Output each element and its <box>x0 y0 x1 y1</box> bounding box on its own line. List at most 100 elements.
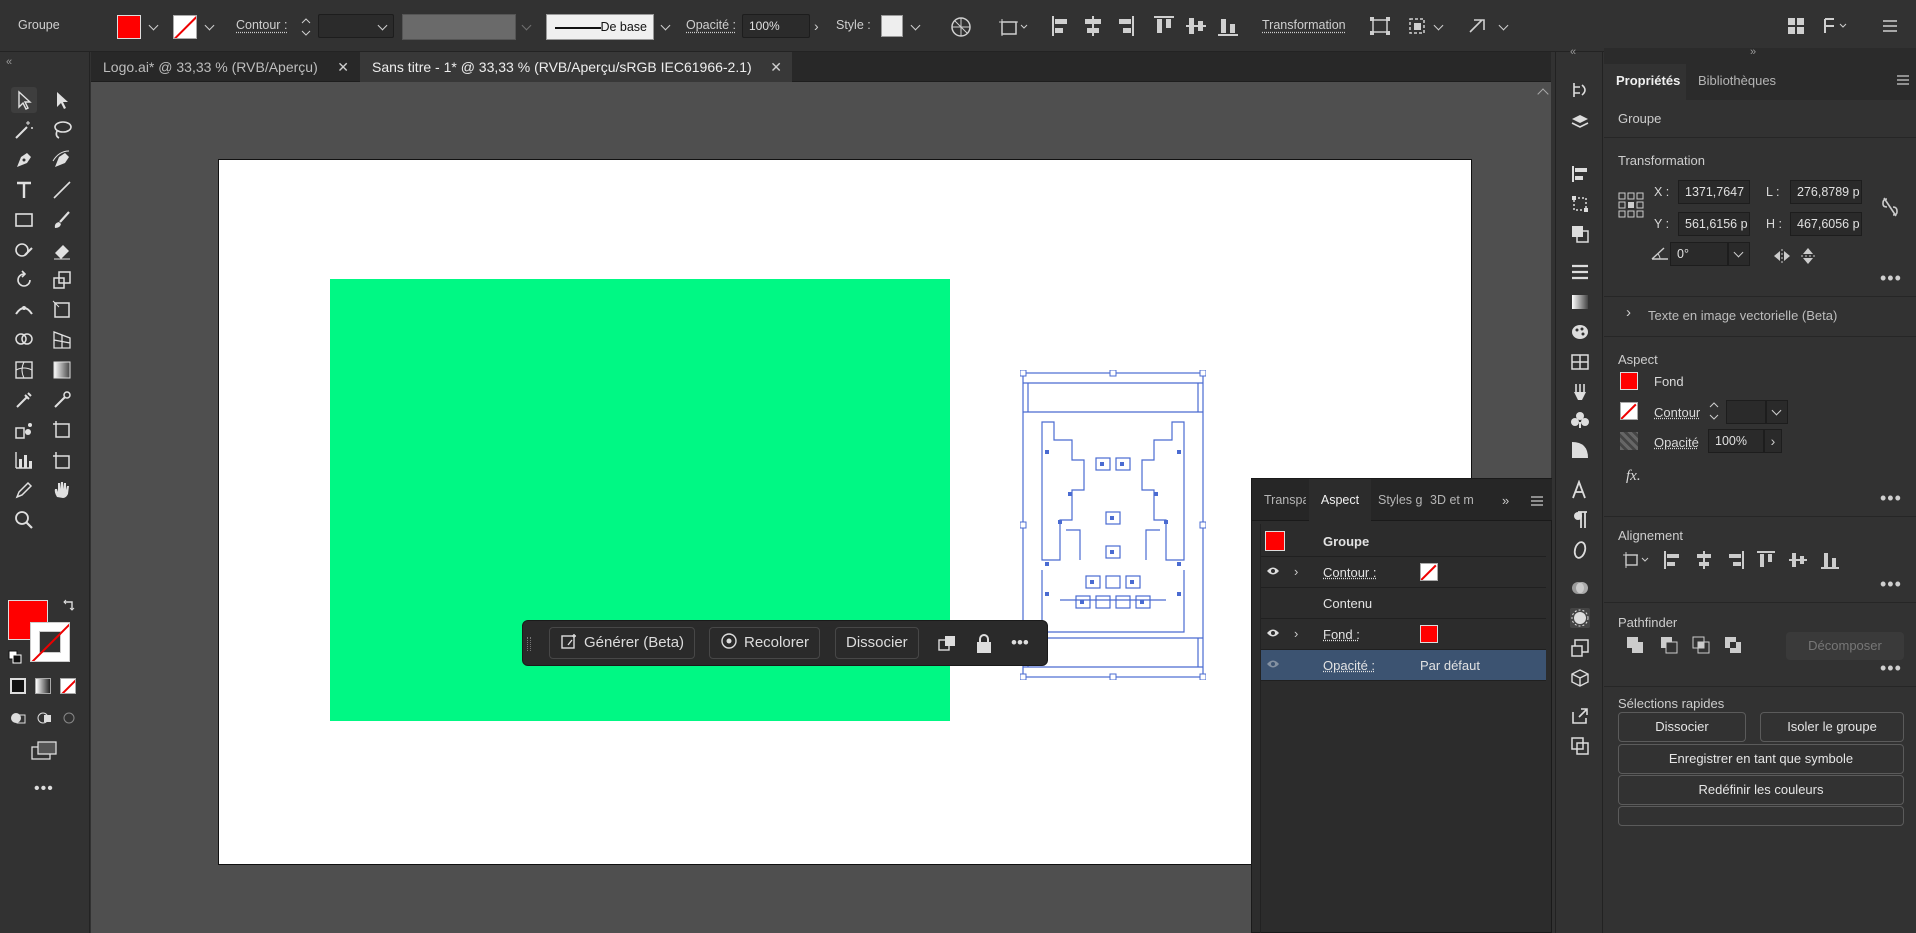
free-transform-tool[interactable] <box>49 297 75 323</box>
slice-tool[interactable] <box>49 447 75 473</box>
opacity-input[interactable]: 100% <box>742 14 810 38</box>
angle-dropdown[interactable] <box>1728 242 1750 266</box>
lock-icon[interactable] <box>975 633 993 655</box>
mesh-tool[interactable] <box>11 357 37 383</box>
gradient-mode-icon[interactable] <box>35 678 51 694</box>
zoom-tool[interactable] <box>11 507 37 533</box>
align-left-icon[interactable] <box>1662 550 1682 570</box>
align-top-icon[interactable] <box>1756 550 1776 570</box>
align-vcenter-icon[interactable] <box>1788 550 1808 570</box>
line-tool[interactable] <box>49 177 75 203</box>
arrange-docs-icon[interactable] <box>1786 16 1806 36</box>
fill-row-label[interactable]: Fond : <box>1323 627 1360 642</box>
pathfinder-unite-icon[interactable] <box>1626 636 1644 654</box>
stroke-stepper[interactable] <box>300 15 312 39</box>
draw-normal-icon[interactable] <box>9 709 27 727</box>
variable-width-profile[interactable] <box>402 14 516 40</box>
draw-behind-icon[interactable] <box>35 709 53 727</box>
recolor-button[interactable]: Recolorer <box>709 627 820 659</box>
curvature-tool[interactable] <box>49 147 75 173</box>
x-input[interactable]: 1371,7647 <box>1678 180 1750 204</box>
align-vcenter-icon[interactable] <box>1184 14 1208 38</box>
tab-appearance[interactable]: Aspect <box>1309 479 1371 521</box>
scroll-up-icon[interactable] <box>1537 88 1548 99</box>
eyedropper-tool[interactable] <box>11 387 37 413</box>
more-actions-button[interactable] <box>1618 806 1904 826</box>
more-tools-icon[interactable]: ••• <box>34 780 54 798</box>
stroke-color-swatch[interactable] <box>30 622 70 662</box>
default-colors-icon[interactable] <box>8 650 22 664</box>
opacity-input[interactable]: 100% <box>1708 429 1764 453</box>
isolate-group-button[interactable]: Isoler le groupe <box>1760 712 1904 742</box>
align-right-icon[interactable] <box>1114 14 1136 38</box>
shaper-tool[interactable] <box>11 237 37 263</box>
tab-3d-materials[interactable]: 3D et matières <box>1430 479 1474 521</box>
graphic-style-swatch[interactable] <box>881 15 903 37</box>
collapse-icon[interactable]: « <box>6 56 12 68</box>
type-tool[interactable] <box>11 177 37 203</box>
appearance-row-fill[interactable]: › Fond : <box>1260 619 1546 650</box>
transform-box-icon[interactable] <box>1368 15 1392 37</box>
tab-transparency[interactable]: Transparence <box>1264 479 1306 521</box>
align-bottom-icon[interactable] <box>1216 14 1240 38</box>
reference-point-icon[interactable] <box>1618 192 1644 218</box>
align-hcenter-icon[interactable] <box>1082 14 1104 38</box>
width-input[interactable]: 276,8789 p <box>1790 180 1862 204</box>
more-options-icon[interactable]: ••• <box>1011 633 1029 653</box>
fill-swatch[interactable] <box>117 15 141 39</box>
appearance-row-contents[interactable]: Contenu <box>1260 588 1546 619</box>
close-icon[interactable]: ✕ <box>770 52 782 82</box>
symbols-panel-icon[interactable] <box>1570 410 1590 430</box>
chevron-right-icon[interactable]: › <box>1294 564 1298 579</box>
text-to-vector-label[interactable]: Texte en image vectorielle (Beta) <box>1648 308 1837 323</box>
links-panel-icon[interactable] <box>1570 736 1590 756</box>
chevron-right-icon[interactable]: › <box>1626 304 1631 321</box>
graphic-styles-panel-icon[interactable] <box>1570 440 1590 460</box>
stroke-weight-dropdown[interactable] <box>1766 400 1788 424</box>
chevron-down-icon[interactable] <box>1434 21 1444 31</box>
isolate-icon[interactable] <box>1406 15 1430 37</box>
expand-icon[interactable]: « <box>1570 46 1576 58</box>
none-mode-icon[interactable] <box>60 678 76 694</box>
gradient-panel-icon[interactable] <box>1570 292 1590 312</box>
align-to-icon[interactable] <box>1622 550 1650 570</box>
chevron-down-icon[interactable] <box>661 21 671 31</box>
chevron-down-icon[interactable] <box>911 21 921 31</box>
collapse-icon[interactable]: » <box>1750 46 1756 58</box>
gradient-tool[interactable] <box>49 357 75 383</box>
brushes-panel-icon[interactable] <box>1570 382 1590 402</box>
shape-builder-tool[interactable] <box>11 327 37 353</box>
fill-row-swatch[interactable] <box>1420 625 1438 643</box>
pathfinder-intersect-icon[interactable] <box>1692 636 1710 654</box>
artboard-tool[interactable] <box>49 417 75 443</box>
rotate-angle-icon[interactable] <box>1650 245 1670 261</box>
align-to-icon[interactable] <box>998 16 1028 38</box>
y-input[interactable]: 561,6156 p <box>1678 212 1750 236</box>
drag-handle-icon[interactable] <box>527 637 531 651</box>
more-options-icon[interactable]: ••• <box>1880 574 1902 595</box>
align-left-icon[interactable] <box>1050 14 1072 38</box>
color-panel-icon[interactable] <box>1570 322 1590 342</box>
symbol-sprayer-tool[interactable] <box>11 417 37 443</box>
tab-properties[interactable]: Propriétés <box>1604 64 1686 100</box>
more-options-icon[interactable]: ••• <box>1880 488 1902 509</box>
stroke-weight-input[interactable] <box>1726 400 1766 424</box>
eraser-tool[interactable] <box>49 237 75 263</box>
direct-selection-tool[interactable] <box>49 87 75 113</box>
arrange-icon[interactable] <box>937 634 957 654</box>
column-graph-tool[interactable] <box>11 447 37 473</box>
close-icon[interactable]: ✕ <box>337 52 349 82</box>
draw-inside-icon[interactable] <box>60 709 78 727</box>
chevron-down-icon[interactable] <box>1499 21 1509 31</box>
tab-libraries[interactable]: Bibliothèques <box>1698 73 1776 88</box>
recolor-icon[interactable] <box>950 16 972 38</box>
appearance-row-stroke[interactable]: › Contour : <box>1260 557 1546 588</box>
character-panel-icon[interactable] <box>1570 480 1590 500</box>
generate-button[interactable]: Générer (Beta) <box>549 627 695 659</box>
align-panel-icon[interactable] <box>1570 164 1590 184</box>
pathfinder-exclude-icon[interactable] <box>1724 636 1742 654</box>
chevron-right-icon[interactable]: › <box>814 18 819 34</box>
recolor-button[interactable]: Redéfinir les couleurs <box>1618 775 1904 805</box>
chevron-down-icon[interactable] <box>205 21 215 31</box>
width-tool[interactable] <box>11 297 37 323</box>
